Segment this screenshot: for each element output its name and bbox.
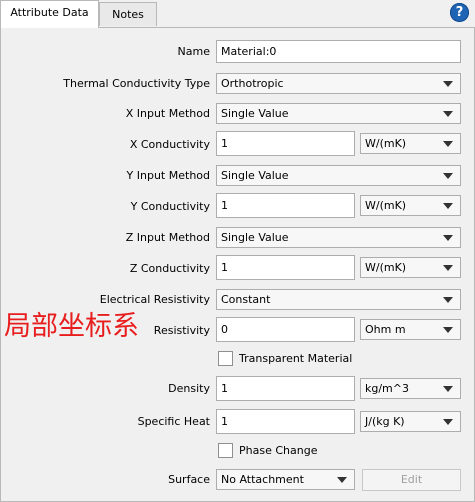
transparent-material-label: Transparent Material xyxy=(239,352,353,365)
y-conductivity-field[interactable]: 1 xyxy=(216,193,355,218)
chevron-down-icon xyxy=(443,297,453,303)
thermal-conductivity-type-select[interactable]: Orthotropic xyxy=(216,73,461,94)
density-field[interactable]: 1 xyxy=(216,376,355,401)
chevron-down-icon xyxy=(443,111,453,117)
tab-bar: Attribute Data Notes ? xyxy=(0,0,475,28)
chevron-down-icon xyxy=(337,477,347,483)
y-input-method-label: Y Input Method xyxy=(126,169,210,182)
z-conductivity-field[interactable]: 1 xyxy=(216,255,355,280)
x-input-method-select[interactable]: Single Value xyxy=(216,103,461,124)
y-conductivity-label: Y Conductivity xyxy=(130,200,210,213)
y-input-method-select[interactable]: Single Value xyxy=(216,165,461,186)
y-conductivity-unit-select[interactable]: W/(mK) xyxy=(360,195,461,216)
x-conductivity-label: X Conductivity xyxy=(129,138,210,151)
thermal-conductivity-type-value: Orthotropic xyxy=(221,77,284,90)
tab-notes[interactable]: Notes xyxy=(99,2,157,26)
chevron-down-icon xyxy=(443,327,453,333)
z-input-method-value: Single Value xyxy=(221,231,289,244)
specific-heat-unit-select[interactable]: J/(kg K) xyxy=(360,411,461,432)
specific-heat-unit-value: J/(kg K) xyxy=(365,415,405,428)
resistivity-label: Resistivity xyxy=(153,324,210,337)
specific-heat-field[interactable]: 1 xyxy=(216,409,355,434)
z-conductivity-label: Z Conductivity xyxy=(129,262,210,275)
x-input-method-value: Single Value xyxy=(221,107,289,120)
edit-button[interactable]: Edit xyxy=(362,469,461,491)
chevron-down-icon xyxy=(443,419,453,425)
y-conductivity-unit-value: W/(mK) xyxy=(365,199,407,212)
chevron-down-icon xyxy=(443,386,453,392)
name-field[interactable]: Material:0 xyxy=(216,40,461,63)
density-unit-select[interactable]: kg/m^3 xyxy=(360,378,461,399)
chevron-down-icon xyxy=(443,265,453,271)
z-conductivity-unit-value: W/(mK) xyxy=(365,261,407,274)
help-icon[interactable]: ? xyxy=(450,3,469,22)
density-unit-value: kg/m^3 xyxy=(365,382,409,395)
electrical-resistivity-value: Constant xyxy=(221,293,271,306)
phase-change-label: Phase Change xyxy=(239,444,318,457)
resistivity-unit-select[interactable]: Ohm m xyxy=(360,319,461,340)
surface-value: No Attachment xyxy=(221,473,304,486)
chevron-down-icon xyxy=(443,203,453,209)
specific-heat-label: Specific Heat xyxy=(137,415,210,428)
overlay-annotation: 局部坐标系 xyxy=(4,311,139,342)
chevron-down-icon xyxy=(443,235,453,241)
resistivity-unit-value: Ohm m xyxy=(365,323,406,336)
z-conductivity-unit-select[interactable]: W/(mK) xyxy=(360,257,461,278)
density-label: Density xyxy=(168,382,210,395)
electrical-resistivity-select[interactable]: Constant xyxy=(216,289,461,310)
thermal-conductivity-type-label: Thermal Conductivity Type xyxy=(63,77,210,90)
electrical-resistivity-label: Electrical Resistivity xyxy=(99,293,210,306)
name-label: Name xyxy=(177,45,210,58)
phase-change-checkbox[interactable] xyxy=(218,443,233,458)
chevron-down-icon xyxy=(443,81,453,87)
x-conductivity-unit-value: W/(mK) xyxy=(365,137,407,150)
y-input-method-value: Single Value xyxy=(221,169,289,182)
z-input-method-label: Z Input Method xyxy=(125,231,210,244)
chevron-down-icon xyxy=(443,173,453,179)
surface-label: Surface xyxy=(168,473,210,486)
z-input-method-select[interactable]: Single Value xyxy=(216,227,461,248)
chevron-down-icon xyxy=(443,141,453,147)
transparent-material-checkbox[interactable] xyxy=(218,351,233,366)
tab-attribute-data[interactable]: Attribute Data xyxy=(0,0,99,28)
x-conductivity-field[interactable]: 1 xyxy=(216,131,355,156)
x-conductivity-unit-select[interactable]: W/(mK) xyxy=(360,133,461,154)
surface-select[interactable]: No Attachment xyxy=(216,469,355,490)
resistivity-field[interactable]: 0 xyxy=(216,317,355,342)
x-input-method-label: X Input Method xyxy=(125,107,210,120)
